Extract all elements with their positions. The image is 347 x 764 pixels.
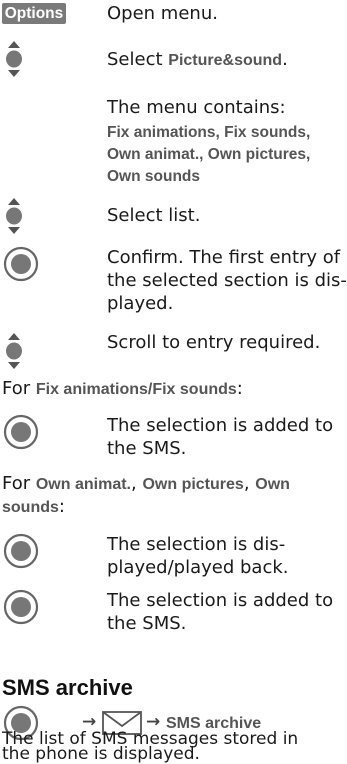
navigation-key-icon — [6, 41, 22, 77]
manual-page: Options Open menu. Select Picture&sound.… — [0, 0, 347, 764]
navigation-key-icon — [6, 198, 22, 234]
select-list-text: Select list. — [107, 205, 201, 226]
own-displayed-line-1: The selection is dis- — [107, 534, 286, 555]
confirm-line-3: played. — [107, 293, 174, 314]
center-key-icon — [3, 533, 39, 569]
fix-added-line-2: the SMS. — [107, 438, 187, 459]
for-fix-heading: For Fix animations/Fix sounds: — [2, 378, 243, 399]
menu-items-line3: Own sounds — [107, 168, 200, 185]
own-added-line-1: The selection is added to — [107, 590, 334, 611]
confirm-line-2: the selected section is dis- — [107, 270, 347, 291]
menu-items-line1: Fix animations, Fix sounds, — [107, 124, 311, 141]
sms-archive-desc-line-2: the phone is displayed. — [2, 744, 200, 764]
navigation-key-icon — [6, 333, 22, 369]
menu-contains-text: The menu contains: — [107, 97, 286, 118]
sms-archive-title: SMS archive — [2, 675, 133, 700]
fix-added-line-1: The selection is added to — [107, 415, 334, 436]
confirm-line-1: Confirm. The first entry of — [107, 247, 341, 268]
scroll-text: Scroll to entry required. — [107, 332, 321, 353]
for-own-heading-line2: sounds: — [2, 496, 65, 517]
menu-items-line2: Own animat., Own pictures, — [107, 146, 311, 163]
select-line: Select Picture&sound. — [107, 49, 288, 70]
open-menu-text: Open menu. — [107, 3, 218, 24]
for-own-heading-line1: For Own animat., Own pictures, Own — [2, 473, 290, 494]
own-displayed-line-2: played/played back. — [107, 557, 289, 578]
own-added-line-2: the SMS. — [107, 613, 187, 634]
center-key-icon — [3, 414, 39, 450]
center-key-icon — [3, 246, 39, 282]
picture-sound-label: Picture&sound — [168, 52, 283, 69]
options-softkey: Options — [2, 3, 66, 24]
center-key-icon — [3, 589, 39, 625]
